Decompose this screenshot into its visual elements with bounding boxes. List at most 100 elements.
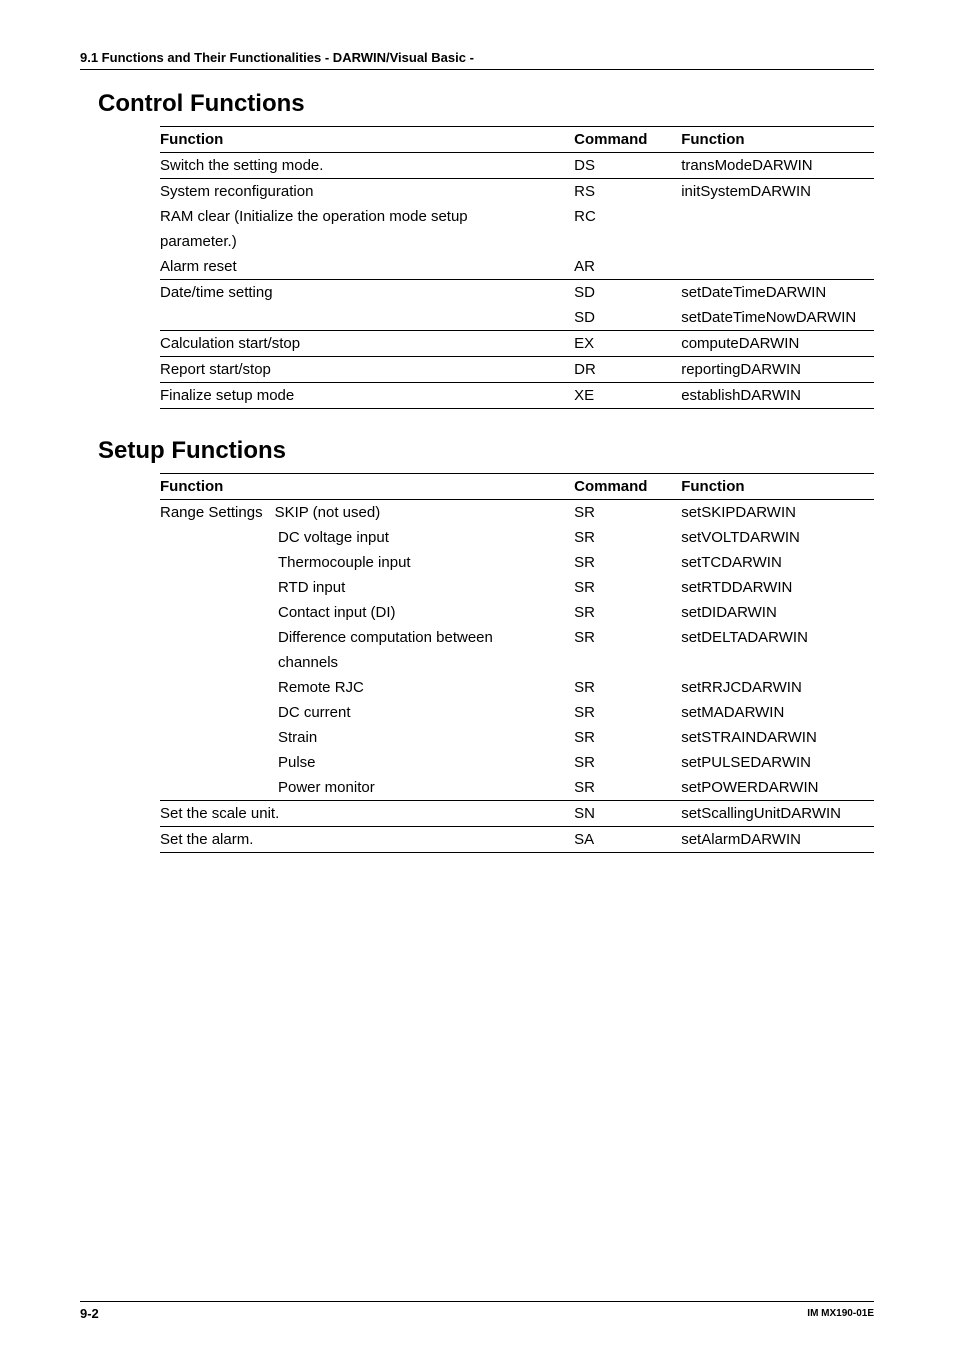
section-title-setup: Setup Functions	[98, 437, 874, 465]
cell-api-function	[681, 254, 874, 280]
cell-command: DS	[574, 153, 681, 179]
cell-function: RTD input	[160, 575, 574, 600]
cell-category: Range Settings	[160, 504, 263, 521]
cell-api-function: setScallingUnitDARWIN	[681, 801, 874, 827]
cell-function	[160, 305, 574, 331]
table-row: Set the alarm.SAsetAlarmDARWIN	[160, 827, 874, 853]
table-row: Power monitorSRsetPOWERDARWIN	[160, 775, 874, 801]
cell-function: Date/time setting	[160, 280, 574, 306]
cell-function: parameter.)	[160, 229, 574, 254]
cell-api-function: setTCDARWIN	[681, 550, 874, 575]
table-row: Switch the setting mode.DStransModeDARWI…	[160, 153, 874, 179]
table-row: Remote RJCSRsetRRJCDARWIN	[160, 675, 874, 700]
cell-function: Strain	[160, 725, 574, 750]
table-row: Date/time settingSDsetDateTimeDARWIN	[160, 280, 874, 306]
cell-command: SR	[574, 725, 681, 750]
col-header-function: Function	[160, 474, 574, 500]
table-row: parameter.)	[160, 229, 874, 254]
cell-api-function: setVOLTDARWIN	[681, 525, 874, 550]
cell-function: RAM clear (Initialize the operation mode…	[160, 204, 574, 229]
table-row: Range Settings SKIP (not used) SRsetSKIPDA…	[160, 500, 874, 526]
cell-command: SD	[574, 305, 681, 331]
table-row: Set the scale unit.SNsetScallingUnitDARW…	[160, 801, 874, 827]
table-row: Finalize setup modeXEestablishDARWIN	[160, 383, 874, 409]
cell-function: Difference computation between	[160, 625, 574, 650]
table-row: DC currentSRsetMADARWIN	[160, 700, 874, 725]
cell-function: DC current	[160, 700, 574, 725]
table-row: channels	[160, 650, 874, 675]
cell-command: SR	[574, 775, 681, 801]
cell-api-function: setMADARWIN	[681, 700, 874, 725]
cell-subitem: SKIP (not used)	[275, 504, 381, 521]
document-id: IM MX190-01E	[807, 1308, 874, 1319]
table-row: RAM clear (Initialize the operation mode…	[160, 204, 874, 229]
col-header-command: Command	[574, 474, 681, 500]
table-row: Difference computation betweenSRsetDELTA…	[160, 625, 874, 650]
cell-api-function: setAlarmDARWIN	[681, 827, 874, 853]
col-header-command: Command	[574, 127, 681, 153]
cell-command: SN	[574, 801, 681, 827]
table-row: PulseSRsetPULSEDARWIN	[160, 750, 874, 775]
cell-function: DC voltage input	[160, 525, 574, 550]
page-footer: 9-2 IM MX190-01E	[80, 1301, 874, 1321]
cell-command: SR	[574, 700, 681, 725]
setup-functions-table: Function Command Function Range Settings…	[160, 473, 874, 853]
cell-function: Report start/stop	[160, 357, 574, 383]
cell-api-function: setPULSEDARWIN	[681, 750, 874, 775]
cell-function: channels	[160, 650, 574, 675]
table-row: DC voltage inputSRsetVOLTDARWIN	[160, 525, 874, 550]
cell-function: Alarm reset	[160, 254, 574, 280]
cell-command: EX	[574, 331, 681, 357]
page-header: 9.1 Functions and Their Functionalities …	[80, 50, 874, 70]
cell-api-function	[681, 650, 874, 675]
cell-api-function: setRTDDARWIN	[681, 575, 874, 600]
table-row: SDsetDateTimeNowDARWIN	[160, 305, 874, 331]
cell-api-function: setDELTADARWIN	[681, 625, 874, 650]
cell-function: Range Settings SKIP (not used)	[160, 500, 574, 526]
cell-function: Set the alarm.	[160, 827, 574, 853]
table-row: Calculation start/stopEXcomputeDARWIN	[160, 331, 874, 357]
cell-command: SR	[574, 600, 681, 625]
cell-api-function: setDateTimeNowDARWIN	[681, 305, 874, 331]
cell-api-function: setSTRAINDARWIN	[681, 725, 874, 750]
cell-command: AR	[574, 254, 681, 280]
cell-api-function: setRRJCDARWIN	[681, 675, 874, 700]
cell-command	[574, 229, 681, 254]
cell-command: SR	[574, 575, 681, 600]
table-row: RTD inputSRsetRTDDARWIN	[160, 575, 874, 600]
col-header-function2: Function	[681, 474, 874, 500]
cell-command: SR	[574, 625, 681, 650]
cell-api-function: reportingDARWIN	[681, 357, 874, 383]
col-header-function: Function	[160, 127, 574, 153]
cell-command: SR	[574, 550, 681, 575]
cell-function: Power monitor	[160, 775, 574, 801]
cell-api-function	[681, 204, 874, 229]
page-number: 9-2	[80, 1306, 99, 1321]
cell-function: Contact input (DI)	[160, 600, 574, 625]
table-row: Thermocouple inputSRsetTCDARWIN	[160, 550, 874, 575]
cell-function: Set the scale unit.	[160, 801, 574, 827]
cell-api-function: setDateTimeDARWIN	[681, 280, 874, 306]
cell-api-function	[681, 229, 874, 254]
table-row: Alarm resetAR	[160, 254, 874, 280]
cell-command: XE	[574, 383, 681, 409]
cell-command: SR	[574, 675, 681, 700]
table-row: Report start/stopDRreportingDARWIN	[160, 357, 874, 383]
cell-function: Finalize setup mode	[160, 383, 574, 409]
cell-command: SD	[574, 280, 681, 306]
cell-api-function: setDIDARWIN	[681, 600, 874, 625]
cell-api-function: setPOWERDARWIN	[681, 775, 874, 801]
cell-function: Thermocouple input	[160, 550, 574, 575]
cell-function: Switch the setting mode.	[160, 153, 574, 179]
cell-function: Pulse	[160, 750, 574, 775]
cell-command: SR	[574, 500, 681, 526]
cell-command: DR	[574, 357, 681, 383]
cell-api-function: computeDARWIN	[681, 331, 874, 357]
cell-command: SA	[574, 827, 681, 853]
cell-command	[574, 650, 681, 675]
cell-api-function: initSystemDARWIN	[681, 179, 874, 205]
control-functions-table: Function Command Function Switch the set…	[160, 126, 874, 409]
section-title-control: Control Functions	[98, 90, 874, 118]
cell-api-function: setSKIPDARWIN	[681, 500, 874, 526]
cell-command: SR	[574, 750, 681, 775]
